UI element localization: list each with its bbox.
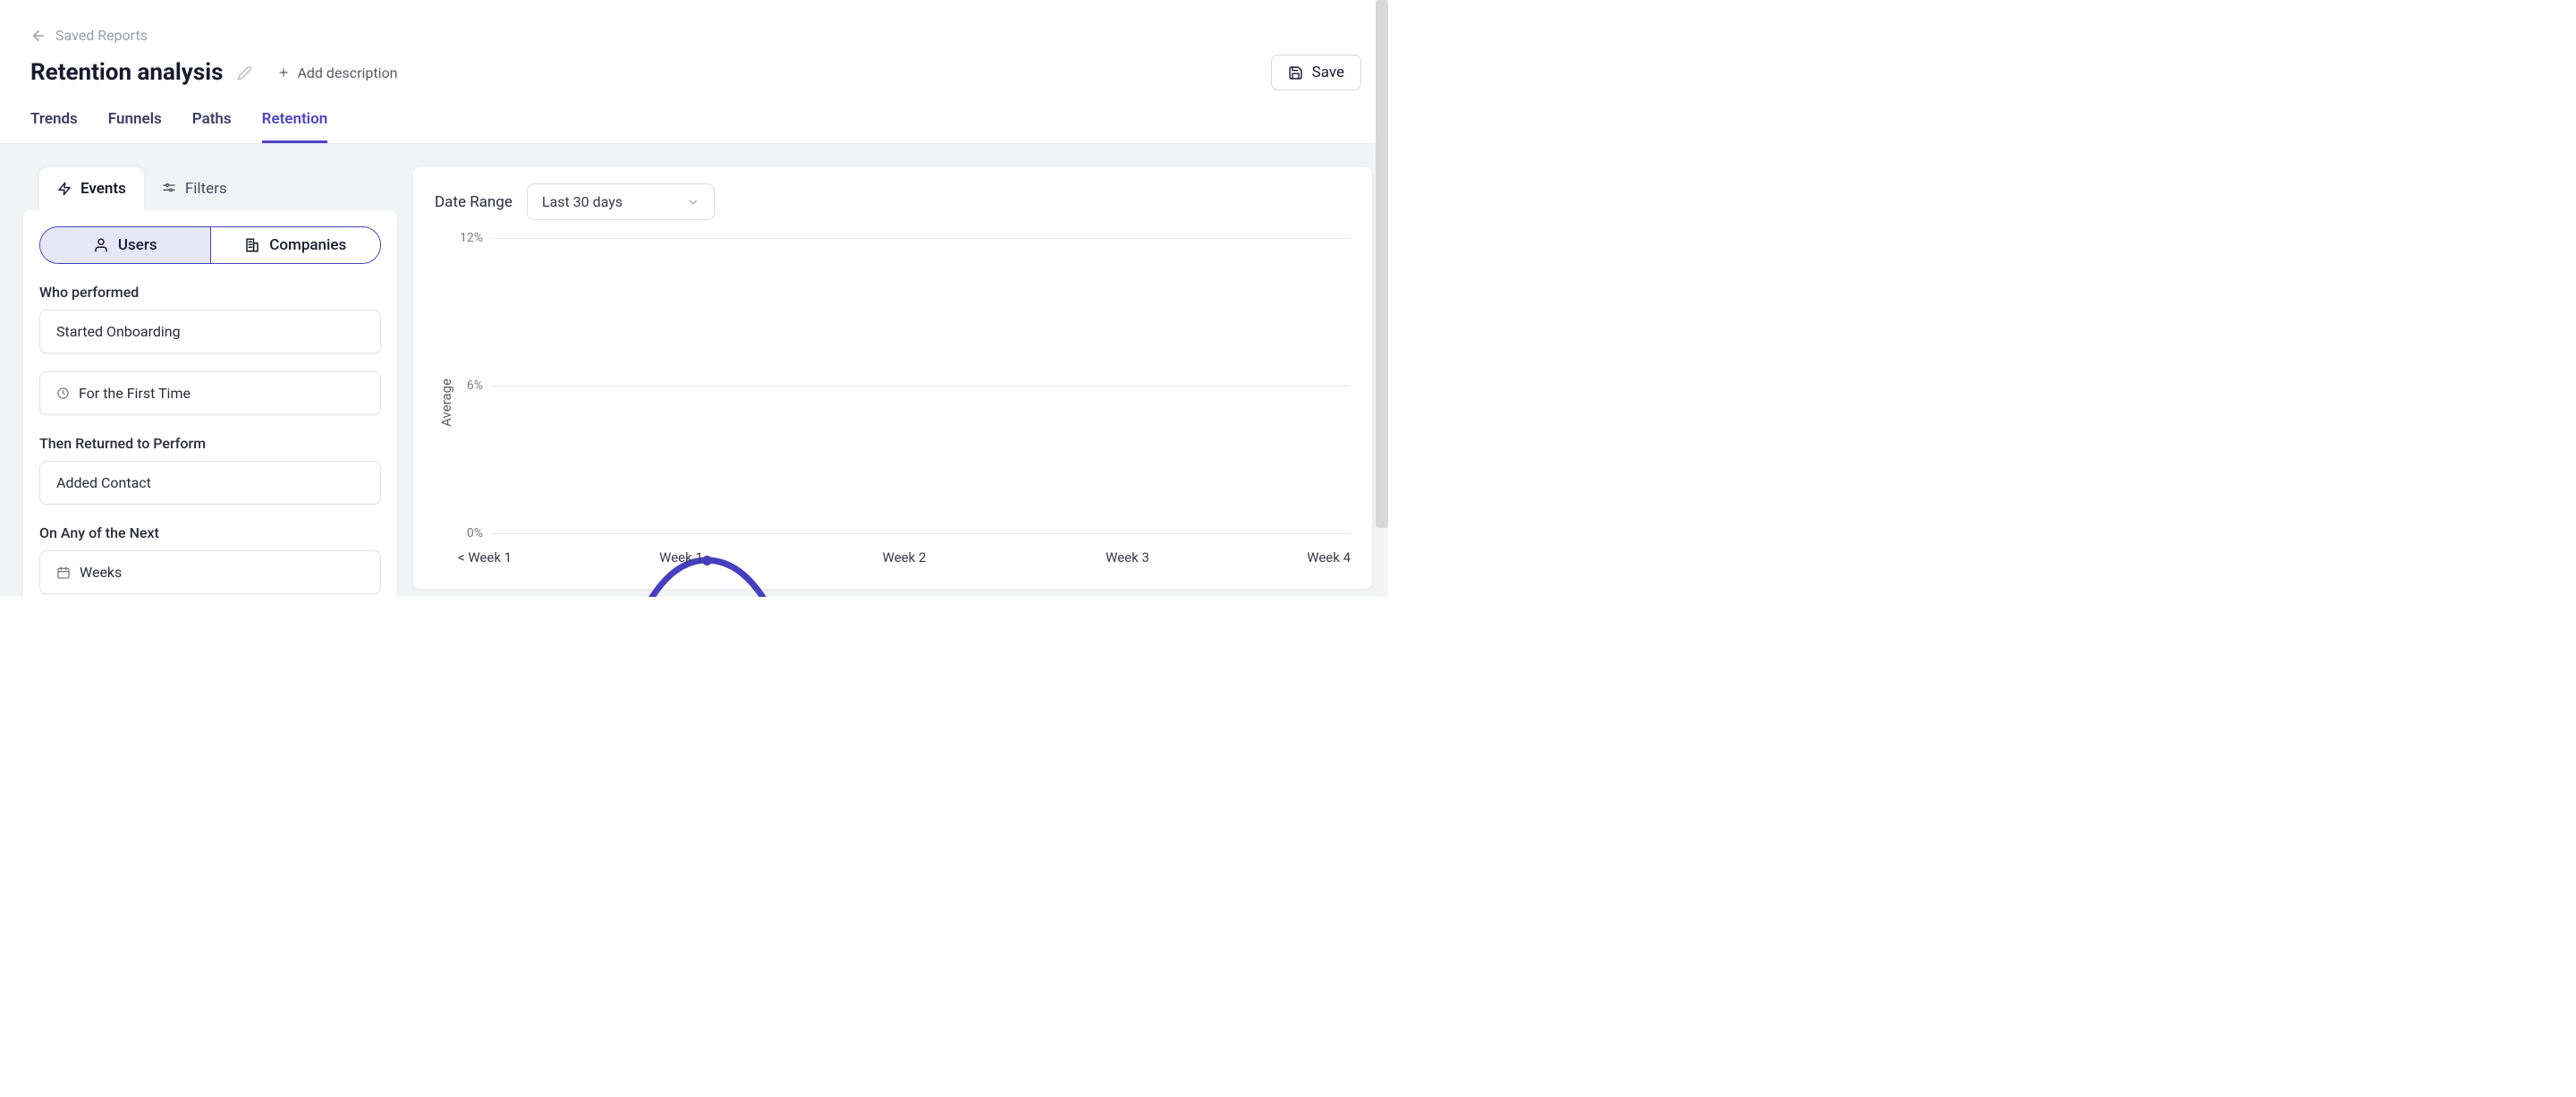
y-tick-label: 0%	[458, 526, 492, 540]
entity-segment: Users Companies	[39, 226, 381, 264]
chart-svg	[492, 238, 1351, 597]
x-tick-label: Week 4	[1307, 549, 1351, 566]
breadcrumb[interactable]: Saved Reports	[0, 0, 1388, 44]
on-any-label: On Any of the Next	[39, 524, 381, 541]
return-event-value: Added Contact	[56, 474, 151, 491]
segment-users-label: Users	[118, 236, 157, 254]
chevron-down-icon	[687, 196, 699, 208]
who-performed-label: Who performed	[39, 284, 381, 301]
subtab-events[interactable]: Events	[39, 167, 144, 210]
chart-controls: Date Range Last 30 days	[435, 183, 1351, 220]
chart-body: Average 0%6%12% < Week 1 Week 1 Week 2 Week…	[435, 238, 1351, 567]
chart-grid: 0%6%12%	[458, 238, 1351, 533]
date-range-label: Date Range	[435, 193, 513, 211]
scrollbar-thumb[interactable]	[1376, 0, 1388, 528]
chart-plot: 0%6%12% < Week 1 Week 1 Week 2 Week 3 Week 4	[458, 238, 1351, 567]
config-panel: Events Filters Users Companies	[23, 167, 397, 597]
calendar-icon	[56, 566, 71, 580]
main-tabs: Trends Funnels Paths Retention	[0, 90, 1388, 144]
tab-retention[interactable]: Retention	[262, 110, 328, 143]
return-event-field[interactable]: Added Contact	[39, 461, 381, 505]
config-subtabs: Events Filters	[39, 167, 397, 210]
save-label: Save	[1312, 64, 1344, 81]
tab-funnels[interactable]: Funnels	[108, 110, 162, 143]
content-area: Events Filters Users Companies	[0, 144, 1388, 597]
on-any-field[interactable]: Weeks	[39, 550, 381, 594]
user-icon	[93, 237, 109, 253]
tab-paths[interactable]: Paths	[192, 110, 232, 143]
time-qualifier-field[interactable]: For the First Time	[39, 371, 381, 415]
date-range-select[interactable]: Last 30 days	[527, 183, 715, 220]
return-label: Then Returned to Perform	[39, 435, 381, 452]
x-tick-label: < Week 1	[458, 549, 512, 566]
segment-users[interactable]: Users	[40, 227, 211, 263]
scrollbar-track[interactable]	[1376, 0, 1388, 597]
back-arrow-icon	[30, 28, 47, 44]
time-qualifier-value: For the First Time	[79, 385, 191, 402]
x-axis: < Week 1 Week 1 Week 2 Week 3 Week 4	[458, 549, 1351, 567]
save-button[interactable]: Save	[1271, 55, 1361, 90]
y-tick-label: 12%	[458, 231, 492, 245]
building-icon	[244, 237, 260, 253]
chart-panel: Date Range Last 30 days Average 0%6%12% …	[413, 167, 1372, 589]
x-tick-label: Week 1	[659, 549, 703, 566]
add-description-button[interactable]: Add description	[277, 64, 397, 81]
clock-icon	[56, 387, 70, 400]
who-performed-field[interactable]: Started Onboarding	[39, 310, 381, 353]
x-tick-label: Week 3	[1106, 549, 1149, 566]
sliders-icon	[162, 182, 176, 196]
on-any-value: Weeks	[80, 564, 122, 581]
edit-title-button[interactable]	[237, 65, 252, 81]
title-row: Retention analysis Add description Save	[0, 44, 1388, 90]
page-title: Retention analysis	[30, 59, 223, 86]
breadcrumb-label: Saved Reports	[55, 27, 148, 44]
y-tick-label: 6%	[458, 378, 492, 393]
tab-trends[interactable]: Trends	[30, 110, 78, 143]
x-tick-label: Week 2	[883, 549, 927, 566]
y-axis-title: Average	[435, 378, 458, 427]
subtab-filters-label: Filters	[185, 180, 227, 198]
subtab-events-label: Events	[80, 180, 126, 198]
lightning-icon	[57, 182, 72, 196]
segment-companies-label: Companies	[269, 236, 346, 254]
add-description-label: Add description	[297, 64, 397, 81]
segment-companies[interactable]: Companies	[211, 227, 381, 263]
who-performed-value: Started Onboarding	[56, 323, 181, 340]
config-body: Users Companies Who performed Started On…	[23, 210, 397, 597]
date-range-value: Last 30 days	[542, 193, 623, 210]
app-root: Saved Reports Retention analysis Add des…	[0, 0, 1388, 597]
subtab-filters[interactable]: Filters	[144, 167, 245, 210]
